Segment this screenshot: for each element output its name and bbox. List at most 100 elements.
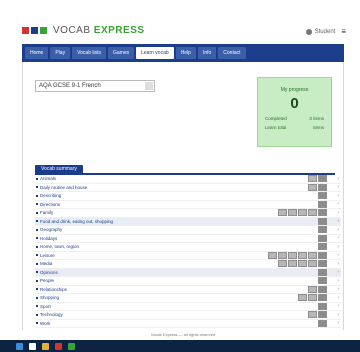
list-item-label[interactable]: People — [40, 278, 54, 283]
tab-learn-vocab[interactable]: Learn vocab — [136, 47, 174, 59]
progress-box-cell — [278, 251, 287, 259]
progress-boxes — [318, 234, 327, 242]
tab-games[interactable]: Games — [107, 47, 135, 59]
list-item-label[interactable]: Technology — [40, 312, 63, 317]
list-item-label[interactable]: Sport — [40, 304, 51, 309]
list-item[interactable]: Relationships › — [35, 285, 341, 294]
list-item-label[interactable]: Opinions — [40, 270, 58, 275]
list-item-label[interactable]: Food and drink, eating out, shopping — [40, 219, 113, 224]
list-item[interactable]: People › — [35, 277, 341, 286]
progress-box-cell — [318, 217, 327, 225]
progress-box-cell — [318, 192, 327, 200]
chevron-right-icon[interactable]: › — [337, 193, 339, 199]
tab-help[interactable]: Help — [175, 47, 196, 59]
progress-box-cell — [268, 251, 277, 259]
folder-icon[interactable] — [42, 342, 49, 350]
section-tab[interactable]: Vocab summary — [35, 165, 83, 173]
progress-box-cell — [308, 209, 317, 217]
tab-info[interactable]: Info — [197, 47, 217, 59]
progress-heading: My progress — [280, 87, 309, 93]
list-item[interactable]: Shopping › — [35, 294, 341, 303]
list-item[interactable]: Family › — [35, 209, 341, 218]
progress-boxes — [318, 226, 327, 234]
list-item-label[interactable]: Work — [40, 321, 50, 326]
bullet-icon — [36, 305, 38, 308]
list-item-label[interactable]: Family — [40, 210, 53, 215]
progress-box-cell — [318, 209, 327, 217]
progress-boxes — [308, 285, 327, 293]
chevron-right-icon[interactable]: › — [337, 218, 339, 224]
progress-boxes — [298, 294, 327, 302]
chevron-right-icon[interactable]: › — [337, 176, 339, 182]
list-item-label[interactable]: Shopping — [40, 295, 59, 300]
bullet-icon — [36, 177, 38, 180]
list-item[interactable]: Describing › — [35, 192, 341, 201]
list-item-label[interactable]: Directions — [40, 202, 60, 207]
progress-box-cell — [318, 302, 327, 310]
list-item-label[interactable]: Media — [40, 261, 52, 266]
chevron-right-icon[interactable]: › — [337, 184, 339, 190]
browser-icon[interactable] — [55, 342, 62, 350]
list-item-label[interactable]: Holidays — [40, 236, 57, 241]
chevron-right-icon[interactable]: › — [337, 320, 339, 326]
list-item[interactable]: Animals › — [35, 175, 341, 184]
list-item-label[interactable]: Describing — [40, 193, 61, 198]
list-item-label[interactable]: Relationships — [40, 287, 67, 292]
chevron-right-icon[interactable]: › — [337, 295, 339, 301]
list-item[interactable]: Sport › — [35, 302, 341, 311]
bullet-icon — [36, 262, 38, 265]
list-item[interactable]: Media › — [35, 260, 341, 269]
list-item-label[interactable]: Home, town, region — [40, 244, 79, 249]
list-item[interactable]: Work › — [35, 319, 341, 328]
list-item-label[interactable]: Leisure — [40, 253, 55, 258]
progress-box-cell — [318, 200, 327, 208]
list-item[interactable]: Opinions › — [35, 268, 341, 277]
progress-box-cell — [308, 183, 317, 191]
chevron-right-icon[interactable]: › — [337, 286, 339, 292]
app-logo[interactable]: VOCAB EXPRESS — [22, 25, 145, 36]
chevron-down-icon[interactable] — [145, 82, 153, 90]
chevron-right-icon[interactable]: › — [337, 303, 339, 309]
progress-boxes — [308, 183, 327, 191]
progress-box-cell — [318, 260, 327, 268]
list-item-label[interactable]: Daily routine and house — [40, 185, 87, 190]
list-item[interactable]: Daily routine and house › — [35, 183, 341, 192]
progress-boxes — [308, 311, 327, 319]
list-item-label[interactable]: Animals — [40, 176, 56, 181]
chevron-right-icon[interactable]: › — [337, 210, 339, 216]
chevron-right-icon[interactable]: › — [337, 278, 339, 284]
chevron-right-icon[interactable]: › — [337, 235, 339, 241]
search-icon[interactable] — [29, 342, 36, 350]
chevron-right-icon[interactable]: › — [337, 244, 339, 250]
bullet-icon — [36, 288, 38, 291]
user-area[interactable]: Student ≡ — [305, 27, 346, 36]
list-item-label[interactable]: Geography — [40, 227, 62, 232]
tab-play[interactable]: Play — [50, 47, 71, 59]
progress-box-cell — [318, 226, 327, 234]
course-select[interactable]: AQA GCSE 9-1 French — [35, 80, 155, 92]
bullet-icon — [36, 313, 38, 316]
tab-home[interactable]: Home — [25, 47, 49, 59]
start-icon[interactable] — [16, 342, 23, 350]
user-name[interactable]: Student — [315, 29, 336, 35]
chevron-right-icon[interactable]: › — [337, 261, 339, 267]
list-item[interactable]: Holidays › — [35, 234, 341, 243]
app-icon[interactable] — [68, 342, 75, 350]
tab-contact[interactable]: Contact — [218, 47, 246, 59]
menu-icon[interactable]: ≡ — [341, 27, 346, 36]
chevron-right-icon[interactable]: › — [337, 312, 339, 318]
list-item[interactable]: Food and drink, eating out, shopping › — [35, 217, 341, 226]
list-item[interactable]: Leisure › — [35, 251, 341, 260]
bullet-icon — [36, 211, 38, 214]
tab-vocab-lists[interactable]: Vocab lists — [72, 47, 106, 59]
chevron-right-icon[interactable]: › — [337, 269, 339, 275]
chevron-right-icon[interactable]: › — [337, 201, 339, 207]
progress-box-cell — [288, 251, 297, 259]
chevron-right-icon[interactable]: › — [337, 227, 339, 233]
chevron-right-icon[interactable]: › — [337, 252, 339, 258]
list-item[interactable]: Geography › — [35, 226, 341, 235]
list-item[interactable]: Technology › — [35, 311, 341, 320]
list-item[interactable]: Home, town, region › — [35, 243, 341, 252]
top-bar: VOCAB EXPRESS Student ≡ — [0, 0, 360, 48]
list-item[interactable]: Directions › — [35, 200, 341, 209]
